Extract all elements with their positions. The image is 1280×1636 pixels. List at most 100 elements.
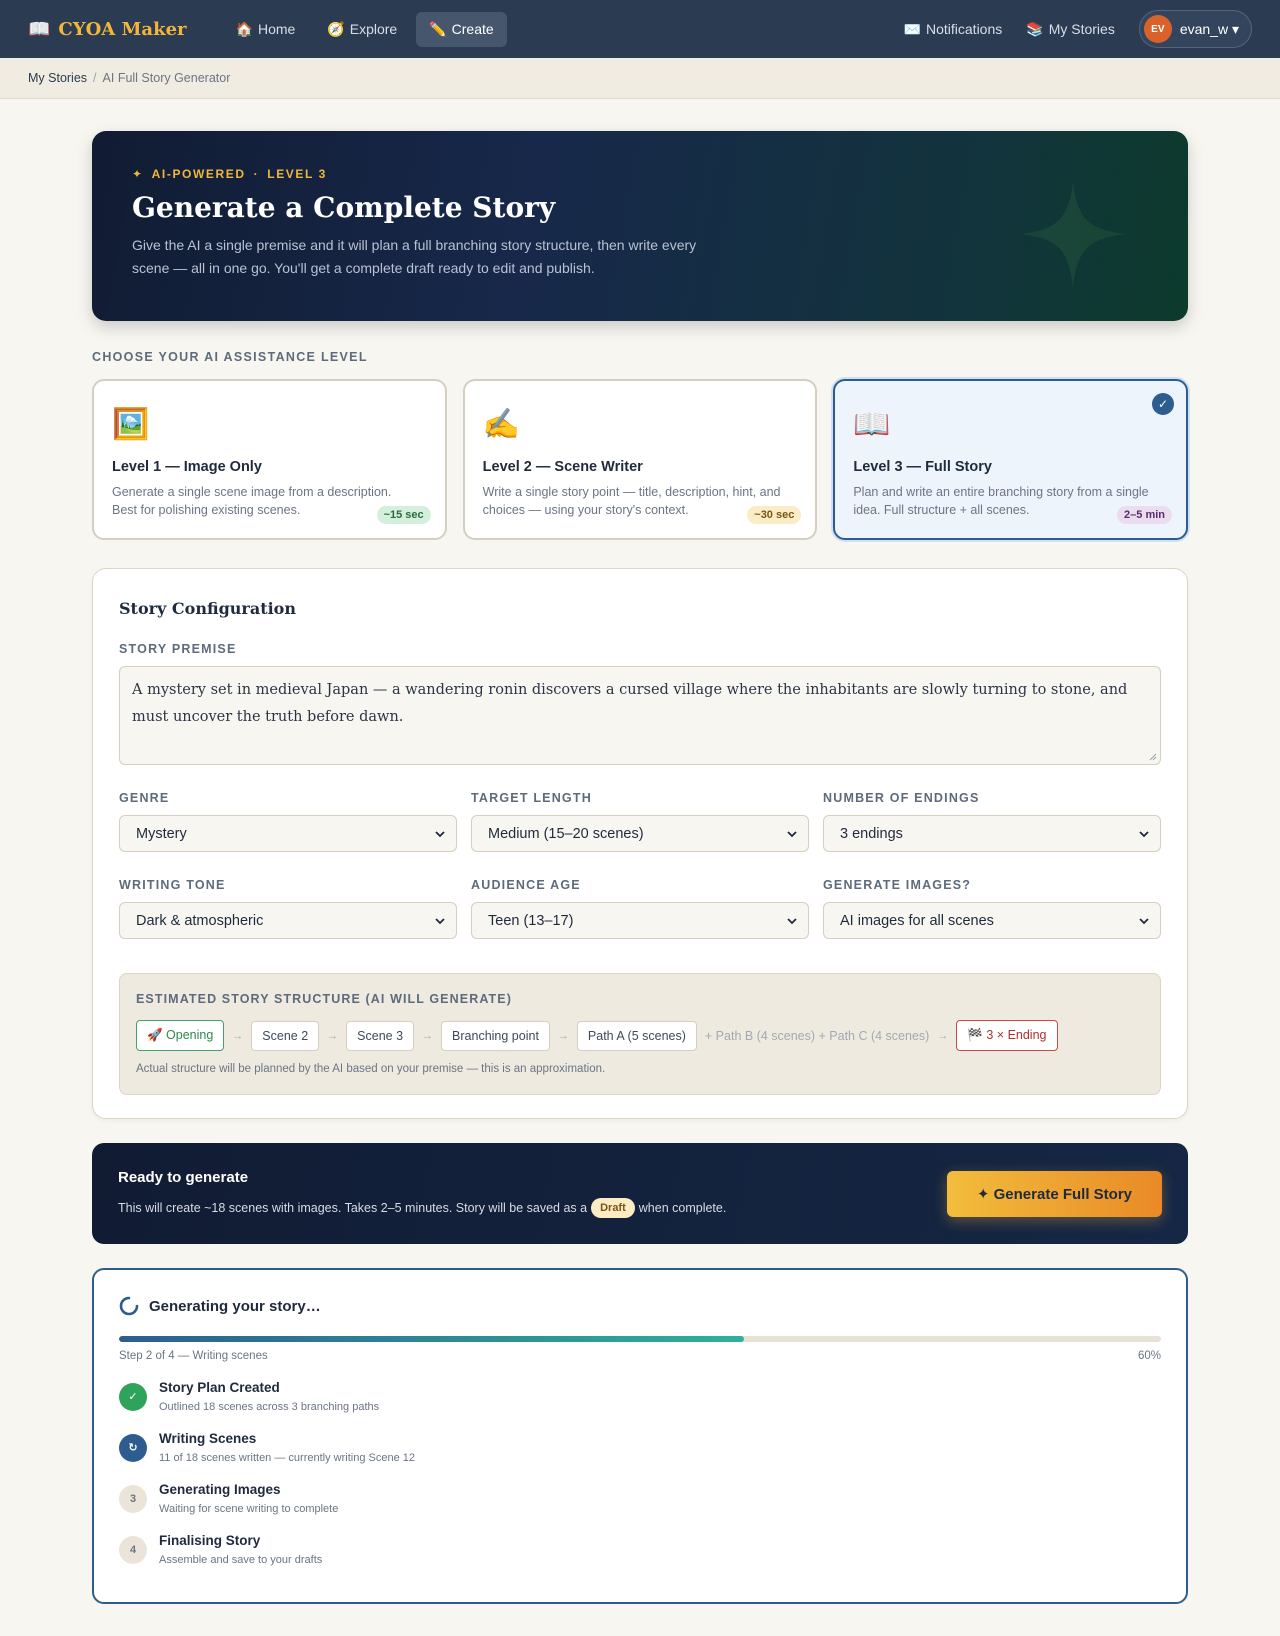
hero-eyebrow: ✦ AI-POWERED · LEVEL 3 <box>132 167 1148 181</box>
time-badge: 2–5 min <box>1117 506 1173 524</box>
writing-hand-icon: ✍️ <box>482 408 521 441</box>
draft-badge: Draft <box>591 1198 635 1218</box>
premise-text: A mystery set in medieval Japan — a wand… <box>132 682 1128 725</box>
refresh-icon: ↻ <box>119 1433 147 1462</box>
nav-explore-label: Explore <box>349 21 398 37</box>
arrow-right-icon: → <box>232 1029 244 1042</box>
my-stories-label: My Stories <box>1048 21 1115 37</box>
progress-bar-fill <box>119 1336 745 1342</box>
structure-extra-paths: + Path B (4 scenes) + Path C (4 scenes) <box>704 1028 930 1043</box>
home-icon: 🏠 <box>235 20 253 37</box>
progress-step: 4 Finalising Story Assemble and save to … <box>119 1533 1161 1566</box>
chevron-down-icon <box>787 917 797 924</box>
level-3-card[interactable]: ✓ 📖 Level 3 — Full Story Plan and write … <box>833 379 1189 540</box>
step-detail: 11 of 18 scenes written — currently writ… <box>159 1452 415 1464</box>
config-title: Story Configuration <box>119 599 296 618</box>
progress-percent: 60% <box>1137 1350 1161 1362</box>
notifications-link[interactable]: ✉️ Notifications <box>904 21 1003 38</box>
field-label: GENRE <box>119 791 170 805</box>
progress-steps: ✓ Story Plan Created Outlined 18 scenes … <box>119 1380 1161 1566</box>
step-title: Generating Images <box>159 1482 281 1497</box>
step-title: Finalising Story <box>159 1533 261 1548</box>
level-card-title: Level 1 — Image Only <box>112 459 262 475</box>
field-label: NUMBER OF ENDINGS <box>823 791 980 805</box>
select-value: Teen (13–17) <box>488 912 574 929</box>
avatar: EV <box>1143 15 1172 43</box>
my-stories-link[interactable]: 📚 My Stories <box>1026 21 1115 38</box>
hero-eyebrow-dot: · <box>253 167 260 181</box>
level-card-title: Level 2 — Scene Writer <box>482 459 643 475</box>
writing-tone-select[interactable]: Dark & atmospheric <box>119 902 457 939</box>
config-fields: GENRE Mystery TARGET LENGTH Medium (15–2… <box>119 791 1161 939</box>
brand-logo[interactable]: 📖 CYOA Maker <box>28 19 187 40</box>
resize-handle-icon[interactable] <box>1149 753 1157 761</box>
select-value: Mystery <box>136 825 187 842</box>
generation-progress-panel: Generating your story… Step 2 of 4 — Wri… <box>92 1268 1188 1604</box>
genre-select[interactable]: Mystery <box>119 815 457 852</box>
nav-home-link[interactable]: 🏠 Home <box>223 12 309 47</box>
structure-node-opening: 🚀 Opening <box>136 1020 225 1051</box>
level-1-card[interactable]: 🖼️ Level 1 — Image Only Generate a singl… <box>92 379 447 540</box>
premise-textarea[interactable]: A mystery set in medieval Japan — a wand… <box>119 666 1161 765</box>
hero-banner: ✦ AI-POWERED · LEVEL 3 Generate a Comple… <box>92 131 1188 321</box>
chevron-down-icon <box>435 830 445 837</box>
nav-explore-link[interactable]: 🧭 Explore <box>314 12 410 47</box>
target-length-select[interactable]: Medium (15–20 scenes) <box>471 815 809 852</box>
genre-field: GENRE Mystery <box>119 791 457 852</box>
arrow-right-icon: → <box>422 1029 434 1042</box>
generate-full-story-button[interactable]: ✦ Generate Full Story <box>946 1170 1162 1217</box>
breadcrumb-my-stories[interactable]: My Stories <box>28 71 87 85</box>
field-label: AUDIENCE AGE <box>471 878 581 892</box>
progress-bar <box>119 1336 1161 1342</box>
structure-node-path: Path A (5 scenes) <box>576 1020 697 1051</box>
story-structure-preview: ESTIMATED STORY STRUCTURE (AI WILL GENER… <box>119 973 1161 1095</box>
arrow-right-icon: → <box>937 1029 949 1042</box>
level-2-card[interactable]: ✍️ Level 2 — Scene Writer Write a single… <box>462 379 818 540</box>
level-card-title: Level 3 — Full Story <box>853 459 992 475</box>
level-card-description: Write a single story point — title, desc… <box>482 485 781 517</box>
nav-create-link[interactable]: ✏️ Create <box>416 11 507 47</box>
step-detail: Assemble and save to your drafts <box>159 1554 323 1566</box>
structure-flow: 🚀 Opening → Scene 2 → Scene 3 → Branchin… <box>136 1020 1144 1051</box>
select-value: Dark & atmospheric <box>136 912 264 929</box>
time-badge: ~30 sec <box>747 506 802 524</box>
chevron-down-icon <box>1139 917 1149 924</box>
user-menu[interactable]: EV evan_w ▾ <box>1138 10 1252 48</box>
level-card-description: Plan and write an entire branching story… <box>853 485 1149 517</box>
ready-text-after: when complete. <box>638 1201 727 1215</box>
spinner-icon <box>119 1296 139 1316</box>
progress-step: ↻ Writing Scenes 11 of 18 scenes written… <box>119 1431 1161 1464</box>
step-title: Story Plan Created <box>159 1380 280 1395</box>
breadcrumb-separator: / <box>93 71 97 85</box>
envelope-icon: ✉️ <box>903 20 921 37</box>
step-detail: Waiting for scene writing to complete <box>159 1503 339 1515</box>
progress-step-text: Step 2 of 4 — Writing scenes <box>119 1350 268 1362</box>
field-label: GENERATE IMAGES? <box>823 878 972 892</box>
target-length-field: TARGET LENGTH Medium (15–20 scenes) <box>471 791 809 852</box>
endings-select[interactable]: 3 endings <box>823 815 1161 852</box>
structure-label: ESTIMATED STORY STRUCTURE (AI WILL GENER… <box>136 992 512 1006</box>
arrow-right-icon: → <box>557 1029 569 1042</box>
step-detail: Outlined 18 scenes across 3 branching pa… <box>159 1401 380 1413</box>
field-label: WRITING TONE <box>119 878 226 892</box>
breadcrumb: My Stories / AI Full Story Generator <box>0 58 1280 99</box>
chevron-down-icon <box>435 917 445 924</box>
generate-images-select[interactable]: AI images for all scenes <box>823 902 1161 939</box>
books-icon: 📚 <box>1026 20 1044 37</box>
username: evan_w ▾ <box>1179 20 1239 37</box>
progress-header: Generating your story… <box>119 1296 1161 1316</box>
audience-age-select[interactable]: Teen (13–17) <box>471 902 809 939</box>
hero-eyebrow-tag: AI-POWERED <box>151 167 246 181</box>
picture-icon: 🖼️ <box>112 408 150 441</box>
selected-check-icon: ✓ <box>1152 393 1175 415</box>
time-badge: ~15 sec <box>376 506 431 524</box>
open-book-icon: 📖 <box>853 408 891 441</box>
ready-title: Ready to generate <box>118 1169 249 1186</box>
notifications-label: Notifications <box>926 21 1003 37</box>
step-number: 4 <box>119 1535 147 1564</box>
structure-node: Scene 2 <box>251 1020 320 1051</box>
ready-text: Ready to generate This will create ~18 s… <box>118 1169 726 1218</box>
breadcrumb-current: AI Full Story Generator <box>102 71 231 85</box>
step-number: 3 <box>119 1484 147 1513</box>
check-icon: ✓ <box>119 1382 147 1411</box>
